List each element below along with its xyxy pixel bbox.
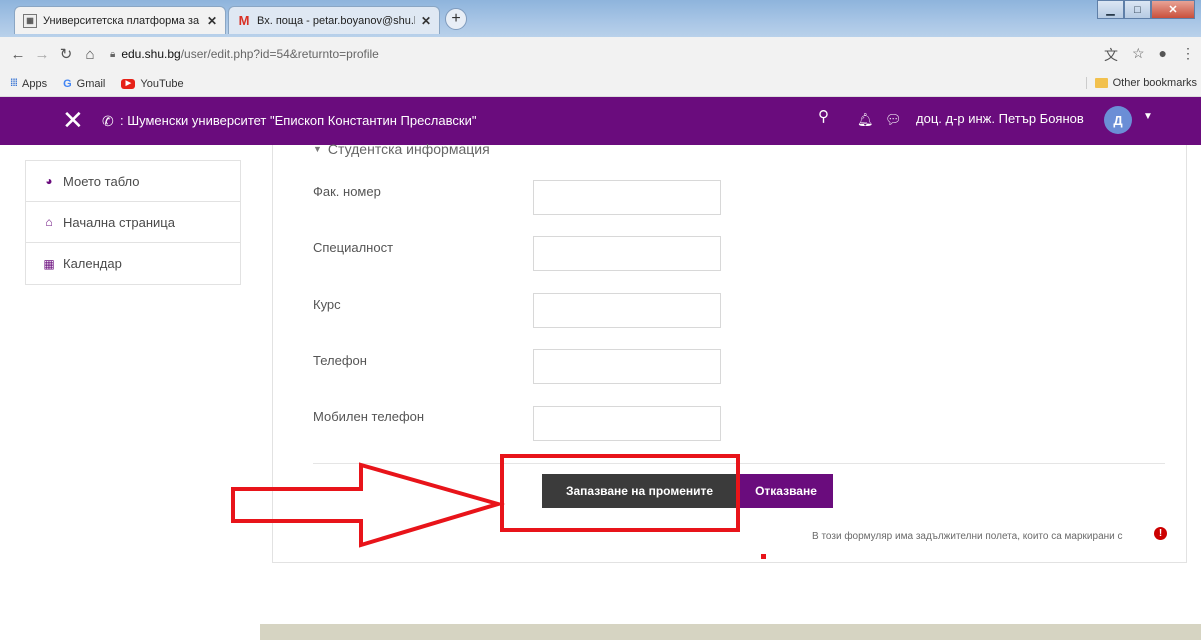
url-host: edu.shu.bg xyxy=(121,47,181,61)
browser-tabstrip: ▦ Университетска платформа за с ✕ M Вх. … xyxy=(0,0,1201,37)
account-icon[interactable]: ● xyxy=(1159,45,1167,65)
user-name[interactable]: доц. д-р инж. Петър Боянов xyxy=(916,111,1084,126)
sidebar-item-calendar[interactable]: ▦ Календар xyxy=(26,243,240,284)
field-label-mobile-phone: Мобилен телефон xyxy=(313,409,425,424)
forward-icon[interactable]: → xyxy=(30,46,54,63)
sidebar-nav: ◕ Моето табло ⌂ Начална страница ▦ Кален… xyxy=(25,160,241,285)
sidebar-item-label: Моето табло xyxy=(63,173,140,189)
screen: ▦ Университетска платформа за с ✕ M Вх. … xyxy=(0,0,1201,640)
field-label-phone: Телефон xyxy=(313,353,367,368)
sidebar-item-home[interactable]: ⌂ Начална страница xyxy=(26,202,240,243)
site-header: ✕ ✆ : Шуменски университет "Епископ Конс… xyxy=(0,97,1201,145)
apps-grid-icon: ⁞⁞⁞ xyxy=(10,78,18,89)
section-header[interactable]: ▼ Студентска информация xyxy=(313,141,490,157)
maximize-icon[interactable]: □ xyxy=(1124,0,1151,19)
google-icon: G xyxy=(63,77,72,90)
search-icon[interactable]: ⚲ xyxy=(818,107,829,125)
url-path: /user/edit.php?id=54&returnto=profile xyxy=(180,47,379,61)
sidebar-item-label: Календар xyxy=(63,256,122,271)
url-field[interactable]: 🔒︎ edu.shu.bg /user/edit.php?id=54&retur… xyxy=(110,47,379,61)
menu-dots-icon[interactable]: ⋮ xyxy=(1181,45,1195,65)
section-title: Студентска информация xyxy=(327,141,490,157)
bookmarks-bar: ⁞⁞⁞ Apps G Gmail ▶ YouTube Other bookmar… xyxy=(0,71,1201,97)
minimize-icon[interactable]: ▁ xyxy=(1097,0,1124,19)
other-bookmarks-label: Other bookmarks xyxy=(1112,77,1197,89)
new-tab-button[interactable]: + xyxy=(445,8,467,30)
close-drawer-icon[interactable]: ✕ xyxy=(62,107,84,133)
translate-icon[interactable]: 文 xyxy=(1104,45,1118,65)
youtube-icon: ▶ xyxy=(121,78,136,89)
field-label-specialty: Специалност xyxy=(313,240,394,255)
address-bar: ← → ↻ ⌂ 🔒︎ edu.shu.bg /user/edit.php?id=… xyxy=(0,37,1201,71)
home-icon: ⌂ xyxy=(45,215,53,229)
phone-input[interactable] xyxy=(533,349,721,384)
lock-icon: 🔒︎ xyxy=(110,48,116,60)
required-exclamation-icon: ! xyxy=(1154,527,1167,540)
field-label-course: Курс xyxy=(313,297,341,312)
cancel-button[interactable]: Отказване xyxy=(739,474,833,508)
browser-tab-university[interactable]: ▦ Университетска платформа за с ✕ xyxy=(14,6,226,34)
bookmark-youtube[interactable]: ▶ YouTube xyxy=(121,77,184,90)
save-changes-button[interactable]: Запазване на промените xyxy=(542,474,737,508)
back-icon[interactable]: ← xyxy=(6,46,30,63)
reload-icon[interactable]: ↻ xyxy=(54,45,78,63)
chevron-down-icon[interactable]: ▼ xyxy=(1143,111,1153,122)
calendar-icon: ▦ xyxy=(43,256,55,271)
page-footer xyxy=(260,624,1201,640)
phone-icon: ✆ xyxy=(102,113,114,129)
university-name[interactable]: : Шуменски университет "Епископ Констант… xyxy=(120,113,476,128)
sidebar-item-dashboard[interactable]: ◕ Моето табло xyxy=(26,161,240,202)
window-controls: ▁ □ ✕ xyxy=(1097,0,1195,22)
gmail-favicon-icon: M xyxy=(238,13,250,28)
close-tab-icon[interactable]: ✕ xyxy=(207,14,217,28)
mobile-phone-input[interactable] xyxy=(533,406,721,441)
chat-icon[interactable]: 💬︎ xyxy=(885,112,902,128)
tab-title: Вх. поща - petar.boyanov@shu.b xyxy=(257,14,415,27)
faculty-number-input[interactable] xyxy=(533,180,721,215)
other-bookmarks[interactable]: Other bookmarks xyxy=(1085,77,1197,89)
sidebar-item-label: Начална страница xyxy=(63,214,175,230)
field-label-faculty-number: Фак. номер xyxy=(313,184,381,199)
browser-tab-gmail[interactable]: M Вх. поща - petar.boyanov@shu.b ✕ xyxy=(228,6,440,34)
bookmark-label: Gmail xyxy=(76,77,106,90)
divider xyxy=(313,463,1165,464)
bookmark-label: Apps xyxy=(22,77,48,90)
tab-title: Университетска платформа за с xyxy=(43,14,201,27)
folder-icon xyxy=(1094,78,1108,88)
bookmark-gmail[interactable]: G Gmail xyxy=(63,78,105,90)
dashboard-icon: ◕ xyxy=(45,174,53,188)
annotation-dot xyxy=(761,554,766,559)
home-button-icon[interactable]: ⌂ xyxy=(78,46,102,63)
bookmark-apps[interactable]: ⁞⁞⁞ Apps xyxy=(10,78,47,90)
bookmark-star-icon[interactable]: ☆ xyxy=(1132,45,1145,65)
university-favicon-icon: ▦ xyxy=(23,13,37,28)
bookmark-label: YouTube xyxy=(140,77,184,90)
window-close-icon[interactable]: ✕ xyxy=(1151,0,1195,19)
required-fields-note: В този формуляр има задължителни полета,… xyxy=(812,531,1123,542)
specialty-input[interactable] xyxy=(533,236,721,271)
bell-icon[interactable]: 🔔︎ xyxy=(857,112,874,128)
course-input[interactable] xyxy=(533,293,721,328)
expand-triangle-icon: ▼ xyxy=(313,144,322,154)
close-tab-icon[interactable]: ✕ xyxy=(421,14,431,28)
avatar[interactable]: Д xyxy=(1104,106,1132,134)
